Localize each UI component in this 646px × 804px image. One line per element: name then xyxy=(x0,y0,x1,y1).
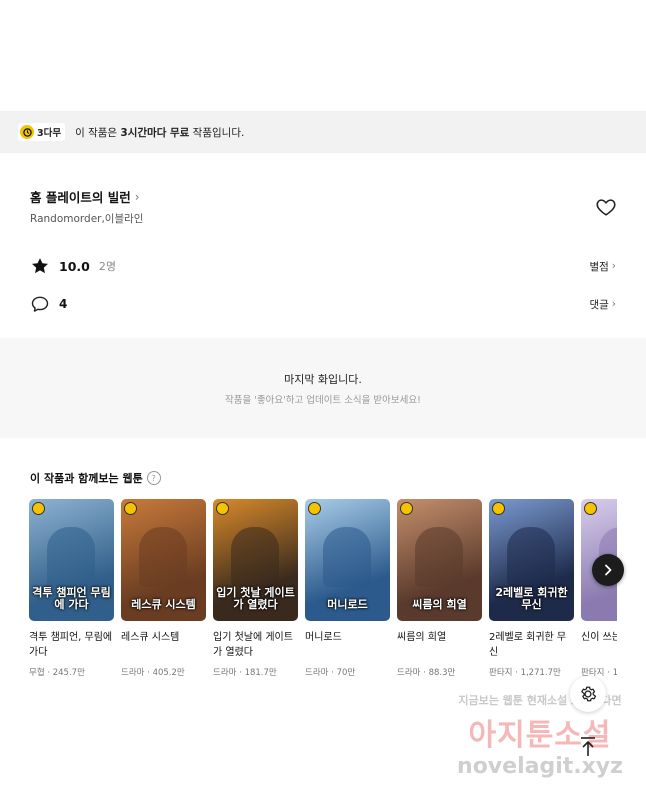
wait-free-badge: 3다무 xyxy=(18,123,66,141)
cover-figure xyxy=(507,527,555,587)
badge-label: 3다무 xyxy=(37,128,62,139)
recommendation-cover: 입기 첫날 게이트가 열렸다 xyxy=(213,499,298,621)
recommendations-title-text: 이 작품과 함께보는 웹툰 xyxy=(30,472,143,485)
recommendation-meta: 판타지 · 1,271.7만 xyxy=(489,668,561,678)
clock-icon xyxy=(32,502,45,515)
recommendation-card[interactable]: 신이 쓰는 판타지 · 1 xyxy=(581,499,617,678)
clock-icon xyxy=(492,502,505,515)
work-author: Randomorder,이블라인 xyxy=(30,213,144,225)
top-blank-area xyxy=(0,0,646,111)
like-heart-button[interactable] xyxy=(595,196,617,218)
recommendation-card[interactable]: 입기 첫날 게이트가 열렸다입기 첫날에 게이트가 열렸다드라마 · 181.7… xyxy=(213,499,298,678)
gear-icon xyxy=(581,686,597,702)
scroll-top-button[interactable] xyxy=(570,729,606,765)
recommendation-title: 머니로드 xyxy=(305,632,342,643)
recommendation-cover: 레스큐 시스템 xyxy=(121,499,206,621)
carousel-next-button[interactable] xyxy=(592,554,624,586)
cover-title: 격투 챔피언 무림에 가다 xyxy=(32,585,111,611)
recommendation-cover: 씨름의 희열 xyxy=(397,499,482,621)
last-episode-box: 마지막 화입니다. 작품을 '좋아요'하고 업데이트 소식을 받아보세요! xyxy=(0,338,646,438)
arrow-up-icon xyxy=(581,737,595,756)
clock-icon xyxy=(20,125,34,139)
chevron-right-icon: › xyxy=(134,189,140,204)
comment-row: 4 댓글 › xyxy=(30,294,616,314)
work-info-section: 홈 플레이트의 빌런 › Randomorder,이블라인 10.0 2명 별점… xyxy=(0,153,646,338)
comment-link-label: 댓글 xyxy=(589,298,609,311)
cover-title: 2레벨로 회귀한 무신 xyxy=(495,585,568,611)
heart-icon xyxy=(596,199,616,216)
recommendation-card[interactable]: 씨름의 희열 씨름의 희열 드라마 · 88.3만 xyxy=(397,499,482,678)
recommendation-title: 입기 첫날에 게이트가 열렸다 xyxy=(213,632,293,658)
recommendation-meta: 드라마 · 70만 xyxy=(305,668,356,678)
recommendation-card[interactable]: 머니로드 머니로드 드라마 · 70만 xyxy=(305,499,390,678)
work-title: 홈 플레이트의 빌런 xyxy=(30,190,131,205)
recommendation-title: 레스큐 시스템 xyxy=(121,632,180,643)
recommendation-cover: 2레벨로 회귀한 무신 xyxy=(489,499,574,621)
cover-figure xyxy=(139,527,187,587)
cover-figure xyxy=(415,527,463,587)
last-episode-subtitle: 작품을 '좋아요'하고 업데이트 소식을 받아보세요! xyxy=(225,395,421,406)
cover-figure xyxy=(323,527,371,587)
rating-count: 2명 xyxy=(98,260,116,273)
work-title-link[interactable]: 홈 플레이트의 빌런 › xyxy=(30,187,140,206)
chevron-right-icon xyxy=(605,564,612,576)
comment-count: 4 xyxy=(59,297,68,311)
recommendation-carousel: 격투 챔피언 무림에 가다 격투 챔피언, 무림에 가다 무협 · 245.7만 레스… xyxy=(29,499,617,678)
settings-button[interactable] xyxy=(570,676,606,712)
cover-figure xyxy=(47,527,95,587)
free-notice-bar: 3다무 이 작품은 3시간마다 무료 작품입니다. xyxy=(0,111,646,153)
help-icon[interactable]: ? xyxy=(146,471,161,485)
clock-icon xyxy=(584,502,597,515)
comment-bubble-icon xyxy=(31,296,49,312)
star-icon xyxy=(32,258,48,274)
recommendation-title: 2레벨로 회귀한 무신 xyxy=(489,632,567,658)
recommendations-title: 이 작품과 함께보는 웹툰 ? xyxy=(30,470,161,486)
cover-figure xyxy=(231,527,279,587)
comment-link[interactable]: 댓글 › xyxy=(589,297,616,312)
recommendation-meta: 드라마 · 88.3만 xyxy=(397,668,456,678)
recommendation-cover: 머니로드 xyxy=(305,499,390,621)
clock-icon xyxy=(308,502,321,515)
rating-link[interactable]: 별점 › xyxy=(589,259,616,274)
recommendation-cover: 격투 챔피언 무림에 가다 xyxy=(29,499,114,621)
recommendation-title: 신이 쓰는 xyxy=(581,632,617,643)
rating-score: 10.0 xyxy=(59,258,90,274)
cover-title: 씨름의 희열 xyxy=(412,597,467,611)
recommendation-title: 씨름의 희열 xyxy=(397,632,447,643)
rating-row: 10.0 2명 별점 › xyxy=(30,256,616,276)
recommendation-title: 격투 챔피언, 무림에 가다 xyxy=(29,632,113,658)
clock-icon xyxy=(216,502,229,515)
chevron-right-icon: › xyxy=(611,298,616,310)
recommendation-card[interactable]: 2레벨로 회귀한 무신 2레벨로 회귀한 무신판타지 · 1,271.7만 xyxy=(489,499,574,678)
chevron-right-icon: › xyxy=(611,260,616,272)
recommendation-card[interactable]: 격투 챔피언 무림에 가다격투 챔피언, 무림에 가다무협 · 245.7만 xyxy=(29,499,114,678)
recommendations-section: 이 작품과 함께보는 웹툰 ? 격투 챔피언 무림에 가다격투 챔피언, 무림에… xyxy=(0,438,646,698)
recommendation-meta: 무협 · 245.7만 xyxy=(29,668,85,678)
bottom-blank-area xyxy=(0,698,646,804)
last-episode-title: 마지막 화입니다. xyxy=(284,373,362,386)
rating-link-label: 별점 xyxy=(589,260,609,273)
recommendation-meta: 드라마 · 181.7만 xyxy=(213,668,277,678)
cover-title: 머니로드 xyxy=(327,597,368,611)
clock-icon xyxy=(124,502,137,515)
recommendation-meta: 드라마 · 405.2만 xyxy=(121,668,185,678)
cover-title: 입기 첫날 게이트가 열렸다 xyxy=(216,585,295,611)
recommendation-card[interactable]: 레스큐 시스템 레스큐 시스템 드라마 · 405.2만 xyxy=(121,499,206,678)
cover-title: 레스큐 시스템 xyxy=(131,597,196,611)
notice-text: 이 작품은 3시간마다 무료 작품입니다. xyxy=(75,126,245,139)
clock-icon xyxy=(400,502,413,515)
